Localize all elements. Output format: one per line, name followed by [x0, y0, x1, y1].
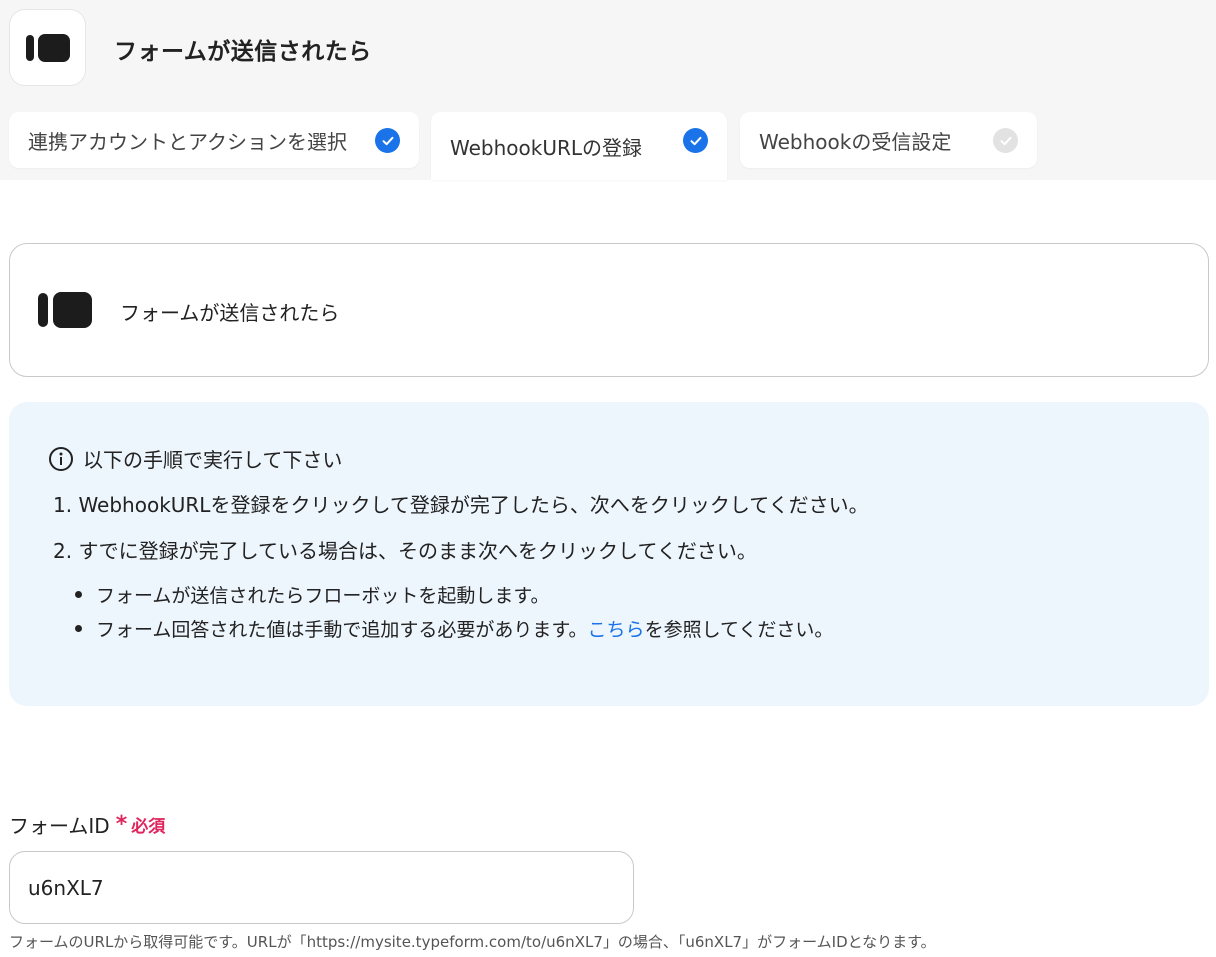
bullet-dot — [75, 625, 82, 632]
instruction-step: 1. WebhookURLを登録をクリックして登録が完了したら、次へをクリックし… — [53, 493, 869, 517]
form-id-input[interactable] — [9, 851, 634, 924]
instructions-heading-text: 以下の手順で実行して下さい — [83, 448, 343, 472]
page-title: フォームが送信されたら — [114, 39, 372, 65]
instruction-step: 2. すでに登録が完了している場合は、そのまま次へをクリックしてください。 — [53, 539, 757, 563]
typeform-logo-icon — [25, 33, 70, 62]
tab-webhook-settings[interactable]: Webhookの受信設定 — [740, 112, 1037, 168]
instructions-box: 以下の手順で実行して下さい 1. WebhookURLを登録をクリックして登録が… — [9, 402, 1209, 706]
tab-label: 連携アカウントとアクションを選択 — [28, 129, 347, 154]
list-item-text: フォームが送信されたらフローボットを起動します。 — [96, 585, 550, 607]
form-id-label: フォームID * 必須 — [9, 810, 165, 839]
list-item: フォーム回答された値は手動で追加する必要があります。 こちら を参照してください。 — [75, 615, 833, 642]
list-item-text: フォーム回答された値は手動で追加する必要があります。 — [96, 619, 588, 641]
tab-label: Webhookの受信設定 — [759, 129, 952, 154]
form-id-label-text: フォームID — [9, 814, 110, 838]
required-badge: 必須 — [131, 817, 166, 837]
tab-label: WebhookURLの登録 — [450, 135, 643, 160]
check-circle-icon — [375, 128, 400, 153]
typeform-logo-icon — [38, 292, 92, 328]
check-circle-icon — [993, 128, 1018, 153]
info-icon — [49, 446, 73, 471]
form-id-help-text: フォームのURLから取得可能です。URLが「https://mysite.typ… — [9, 933, 936, 951]
instructions-heading: 以下の手順で実行して下さい — [48, 444, 342, 473]
list-item-text: を参照してください。 — [644, 619, 834, 641]
app-icon-box — [9, 9, 86, 86]
required-asterisk: * — [115, 812, 128, 837]
trigger-card[interactable]: フォームが送信されたら — [9, 243, 1209, 377]
tab-webhook-url[interactable]: WebhookURLの登録 — [431, 112, 727, 180]
check-circle-icon — [683, 128, 708, 153]
reference-link[interactable]: こちら — [588, 615, 645, 642]
bullet-dot — [75, 591, 82, 598]
list-item: フォームが送信されたらフローボットを起動します。 — [75, 581, 550, 608]
trigger-label: フォームが送信されたら — [120, 301, 340, 325]
tab-account-action[interactable]: 連携アカウントとアクションを選択 — [9, 112, 419, 168]
